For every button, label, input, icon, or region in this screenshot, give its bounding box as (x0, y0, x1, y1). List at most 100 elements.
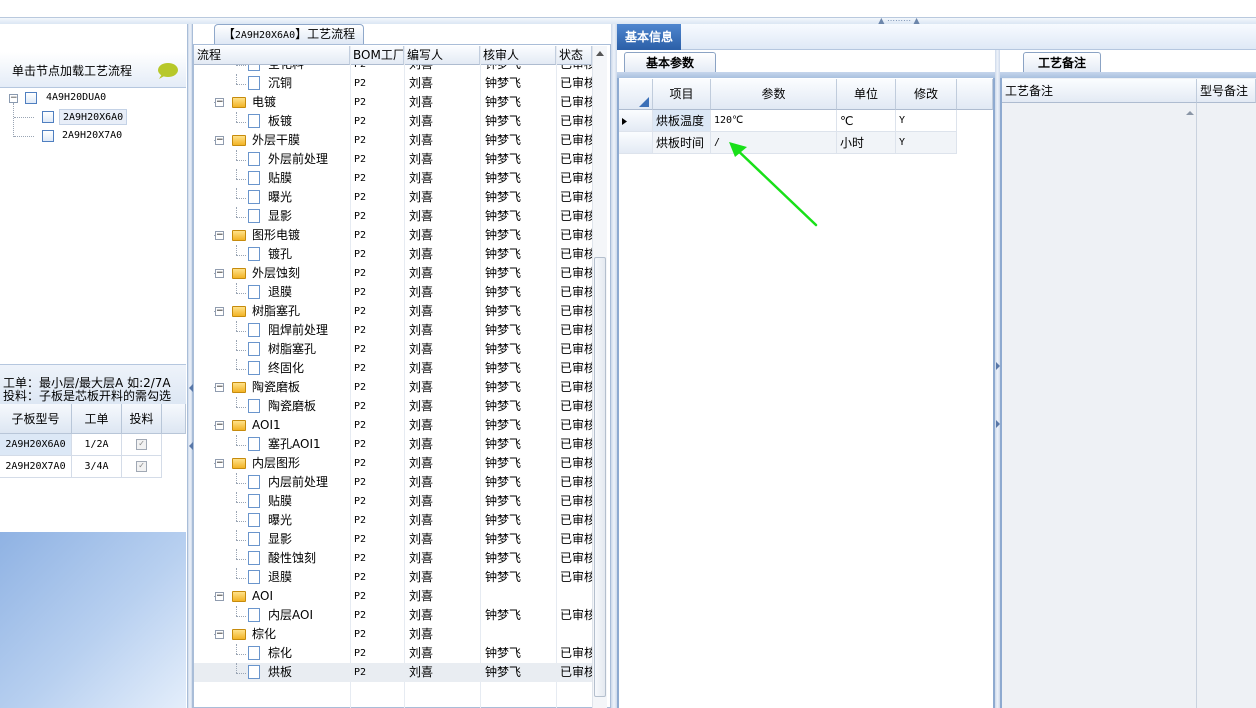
process-scrollbar[interactable] (592, 46, 607, 708)
expand-toggle[interactable]: − (215, 459, 224, 468)
process-row[interactable]: 贴膜 P2 刘喜 钟梦飞 已审核 (194, 169, 592, 188)
expand-toggle[interactable]: − (215, 307, 224, 316)
process-row[interactable]: 曝光 P2 刘喜 钟梦飞 已审核 (194, 511, 592, 530)
process-group-name: 图形电镀 (252, 228, 301, 242)
process-row[interactable]: 内层AOI P2 刘喜 钟梦飞 已审核 (194, 606, 592, 625)
col-process[interactable]: 流程 (194, 46, 350, 65)
process-row[interactable]: 阻焊前处理 P2 刘喜 钟梦飞 已审核 (194, 321, 592, 340)
cell-writer: 刘喜 (409, 190, 434, 204)
cell-reviewer: 钟梦飞 (485, 304, 522, 318)
document-icon (248, 114, 260, 128)
process-row[interactable]: 显影 P2 刘喜 钟梦飞 已审核 (194, 207, 592, 226)
process-row[interactable]: 退膜 P2 刘喜 钟梦飞 已审核 (194, 568, 592, 587)
cell-param-value[interactable]: 120℃ (711, 110, 837, 132)
process-row[interactable]: − 内层图形 P2 刘喜 钟梦飞 已审核 (194, 454, 592, 473)
process-step-name: 塞孔AOI1 (268, 437, 321, 451)
process-row[interactable]: 终固化 P2 刘喜 钟梦飞 已审核 (194, 359, 592, 378)
col-process-remark[interactable]: 工艺备注 (1002, 79, 1197, 103)
col-unit[interactable]: 单位 (837, 79, 896, 110)
expand-toggle[interactable]: − (215, 383, 224, 392)
cell-writer: 刘喜 (409, 380, 434, 394)
col-item[interactable]: 项目 (653, 79, 711, 110)
process-row[interactable]: 板镀 P2 刘喜 钟梦飞 已审核 (194, 112, 592, 131)
scroll-up-icon[interactable] (596, 51, 604, 56)
cell-status: 已审核 (560, 152, 592, 166)
expand-toggle[interactable]: − (215, 231, 224, 240)
expand-toggle[interactable]: − (215, 421, 224, 430)
process-step-name: 曝光 (268, 513, 293, 527)
tab-process-flow[interactable]: 【2A9H20X6A0】工艺流程 (214, 24, 364, 44)
cell-unit[interactable]: ℃ (837, 110, 896, 132)
process-row[interactable]: 塞孔AOI1 P2 刘喜 钟梦飞 已审核 (194, 435, 592, 454)
process-row[interactable]: − 树脂塞孔 P2 刘喜 钟梦飞 已审核 (194, 302, 592, 321)
process-row[interactable]: 酸性蚀刻 P2 刘喜 钟梦飞 已审核 (194, 549, 592, 568)
cell-item[interactable]: 烘板温度 (653, 110, 711, 132)
process-row[interactable]: − 陶瓷磨板 P2 刘喜 钟梦飞 已审核 (194, 378, 592, 397)
col-modify[interactable]: 修改 (896, 79, 957, 110)
cell-writer: 刘喜 (409, 171, 434, 185)
process-row[interactable]: 沉铜 P2 刘喜 钟梦飞 已审核 (194, 74, 592, 93)
tab-basic-info[interactable]: 基本信息 (617, 24, 681, 50)
cell-reviewer: 钟梦飞 (485, 247, 522, 261)
process-row[interactable]: − 电镀 P2 刘喜 钟梦飞 已审核 (194, 93, 592, 112)
cell-item[interactable]: 烘板时间 (653, 132, 711, 154)
folder-icon (232, 629, 246, 640)
col-status[interactable]: 状态 (556, 46, 592, 65)
cell-bom: P2 (354, 97, 367, 108)
cell-writer: 刘喜 (409, 152, 434, 166)
process-row[interactable]: 退膜 P2 刘喜 钟梦飞 已审核 (194, 283, 592, 302)
process-row[interactable]: 显影 P2 刘喜 钟梦飞 已审核 (194, 530, 592, 549)
cell-bom: P2 (354, 116, 367, 127)
expand-toggle[interactable]: − (215, 136, 224, 145)
expand-toggle[interactable]: − (215, 592, 224, 601)
scroll-thumb[interactable] (594, 257, 606, 697)
tab-basic-params[interactable]: 基本参数 (624, 52, 716, 73)
process-row[interactable]: − 棕化 P2 刘喜 (194, 625, 592, 644)
document-icon (248, 171, 260, 185)
tab-process-remark[interactable]: 工艺备注 (1023, 52, 1101, 73)
process-row[interactable]: 镀孔 P2 刘喜 钟梦飞 已审核 (194, 245, 592, 264)
process-row[interactable]: 陶瓷磨板 P2 刘喜 钟梦飞 已审核 (194, 397, 592, 416)
expand-toggle[interactable]: − (215, 269, 224, 278)
process-row[interactable]: 烘板 P2 刘喜 钟梦飞 已审核 (194, 663, 592, 682)
row-indicator[interactable] (619, 132, 653, 154)
process-row[interactable]: − 外层蚀刻 P2 刘喜 钟梦飞 已审核 (194, 264, 592, 283)
cell-writer: 刘喜 (409, 304, 434, 318)
cell-unit[interactable]: 小时 (837, 132, 896, 154)
col-model-remark[interactable]: 型号备注 (1197, 79, 1256, 103)
cell-reviewer: 钟梦飞 (485, 76, 522, 90)
process-row[interactable]: 树脂塞孔 P2 刘喜 钟梦飞 已审核 (194, 340, 592, 359)
process-row[interactable]: 内层前处理 P2 刘喜 钟梦飞 已审核 (194, 473, 592, 492)
scroll-up-icon[interactable] (1186, 111, 1194, 115)
process-row[interactable]: 棕化 P2 刘喜 钟梦飞 已审核 (194, 644, 592, 663)
col-bom-factory[interactable]: BOM工厂 (350, 46, 404, 65)
expand-toggle[interactable]: − (215, 630, 224, 639)
process-row[interactable]: − AOI1 P2 刘喜 钟梦飞 已审核 (194, 416, 592, 435)
process-row[interactable]: 贴膜 P2 刘喜 钟梦飞 已审核 (194, 492, 592, 511)
col-param[interactable]: 参数 (711, 79, 837, 110)
remark-scrollbar[interactable] (1183, 105, 1197, 708)
cell-modify[interactable]: Y (896, 132, 957, 154)
document-icon (248, 209, 260, 223)
cell-modify[interactable]: Y (896, 110, 957, 132)
col-reviewer[interactable]: 核审人 (480, 46, 556, 65)
cell-status: 已审核 (560, 608, 592, 622)
corner-triangle-icon (639, 97, 649, 107)
expand-toggle[interactable]: − (215, 98, 224, 107)
process-remark-textarea[interactable] (1002, 103, 1197, 708)
cell-bom: P2 (354, 325, 367, 336)
process-row[interactable]: − AOI P2 刘喜 (194, 587, 592, 606)
process-row[interactable]: 外层前处理 P2 刘喜 钟梦飞 已审核 (194, 150, 592, 169)
process-row[interactable]: − 外层干膜 P2 刘喜 钟梦飞 已审核 (194, 131, 592, 150)
cell-status: 已审核 (560, 399, 592, 413)
process-row[interactable]: − 图形电镀 P2 刘喜 钟梦飞 已审核 (194, 226, 592, 245)
process-row[interactable]: 全化料 P2 刘喜钟梦飞已审核 (194, 65, 592, 74)
cell-reviewer: 钟梦飞 (485, 65, 555, 74)
process-row[interactable]: 曝光 P2 刘喜 钟梦飞 已审核 (194, 188, 592, 207)
collapse-grip-icon[interactable]: ▲ ⋯⋯⋯ ▲ (866, 17, 932, 25)
tab-suffix: 】工艺流程 (295, 27, 356, 41)
document-icon (248, 361, 260, 375)
row-indicator[interactable] (619, 110, 653, 132)
col-writer[interactable]: 编写人 (404, 46, 480, 65)
cell-status: 已审核 (560, 418, 592, 432)
